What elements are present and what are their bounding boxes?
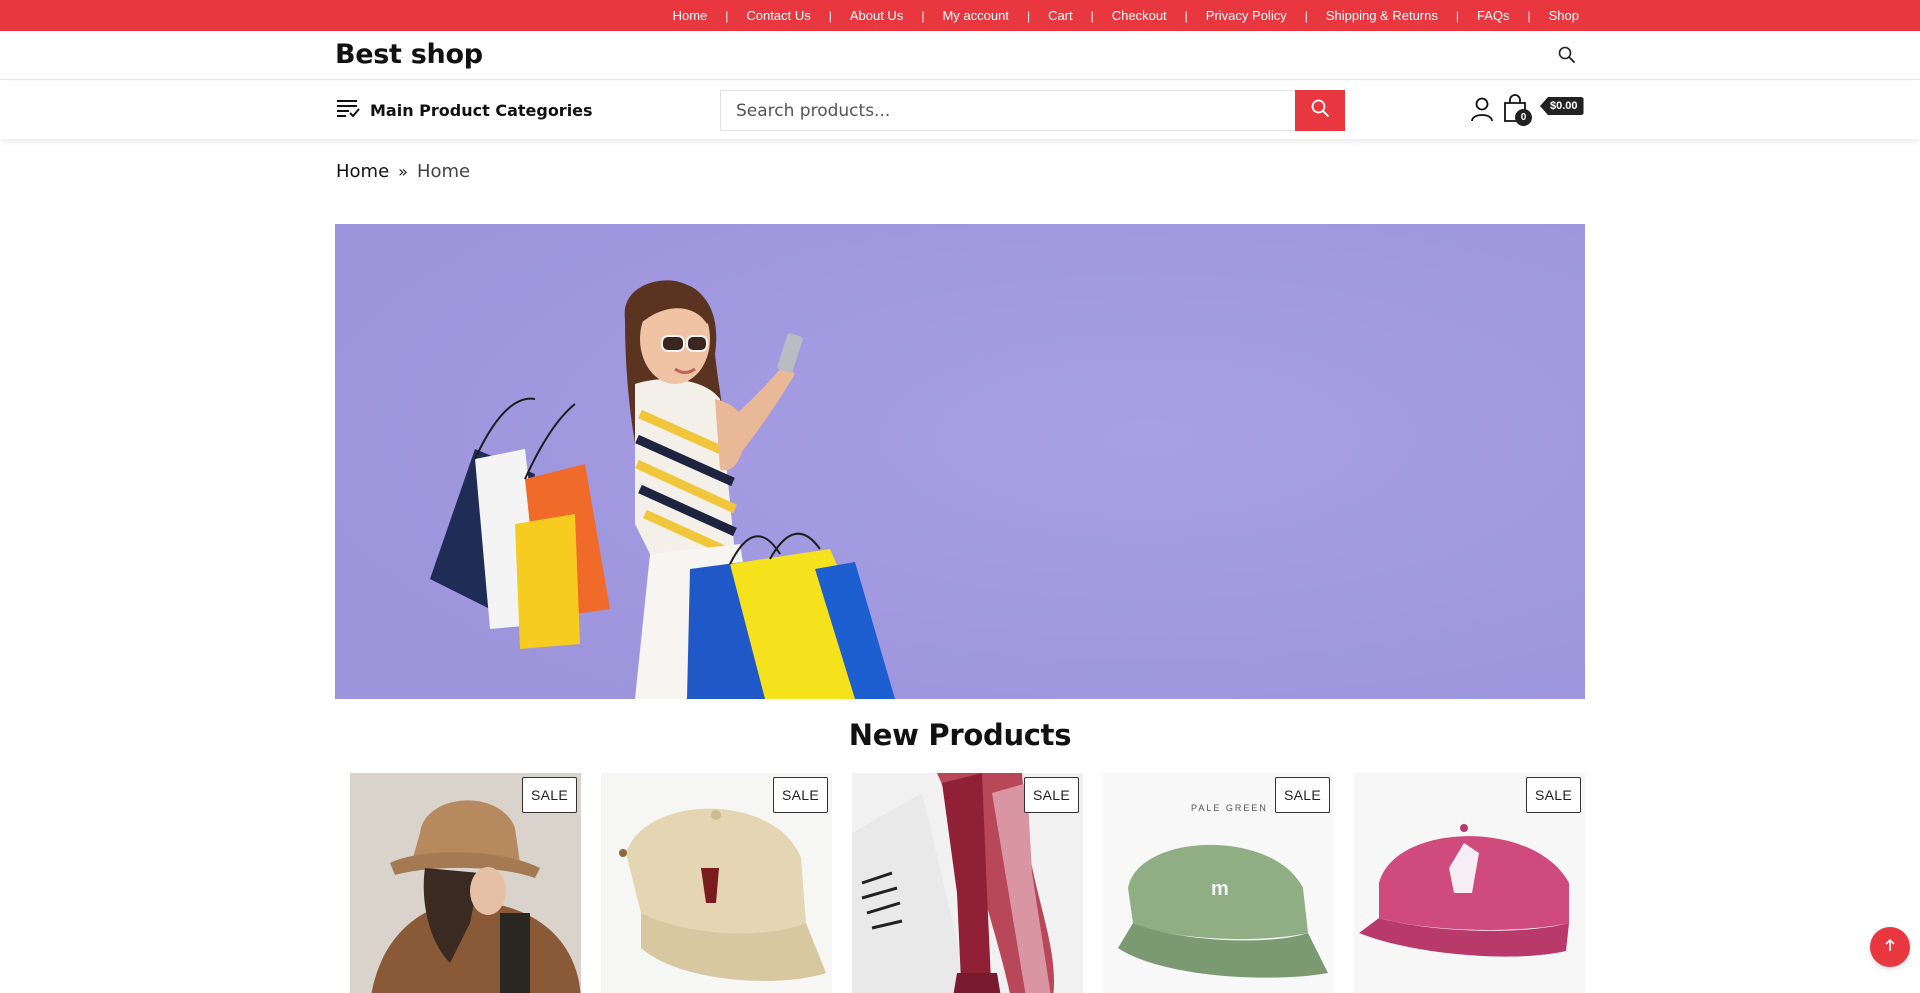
search-icon[interactable]	[1557, 45, 1577, 65]
arrow-up-icon	[1882, 937, 1898, 958]
product-card[interactable]: SALE	[350, 773, 581, 993]
product-card[interactable]: PALE GREEN m SALE	[1103, 773, 1334, 993]
sale-badge: SALE	[773, 777, 828, 813]
top-nav-home[interactable]: Home	[673, 0, 708, 31]
scroll-to-top-button[interactable]	[1870, 927, 1910, 967]
svg-text:m: m	[1211, 878, 1229, 900]
site-header: Best shop	[0, 31, 1920, 80]
top-nav-contact-us[interactable]: Contact Us	[746, 0, 810, 31]
top-nav-shipping-returns[interactable]: Shipping & Returns	[1326, 0, 1438, 31]
cart-total[interactable]: $0.00	[1540, 97, 1584, 115]
nav-separator: |	[1026, 8, 1031, 23]
product-card[interactable]: SALE	[852, 773, 1083, 993]
nav-separator: |	[921, 8, 925, 23]
breadcrumb-home-link[interactable]: Home	[336, 161, 389, 182]
product-search-box	[720, 90, 1296, 131]
breadcrumb-current: Home	[416, 161, 471, 182]
nav-separator: |	[1455, 8, 1459, 23]
search-button[interactable]	[1295, 90, 1345, 131]
categories-label: Main Product Categories	[370, 100, 593, 120]
top-nav-about-us[interactable]: About Us	[850, 0, 903, 31]
product-search-input[interactable]	[721, 91, 1296, 130]
nav-separator: |	[725, 8, 729, 23]
nav-separator: |	[1527, 8, 1531, 23]
sale-badge: SALE	[1024, 777, 1079, 813]
sale-badge: SALE	[1526, 777, 1581, 813]
top-nav-privacy-policy[interactable]: Privacy Policy	[1206, 0, 1287, 31]
breadcrumb: Home » Home	[336, 161, 470, 182]
top-nav-checkout[interactable]: Checkout	[1112, 0, 1167, 31]
menu-list-icon	[336, 97, 370, 124]
nav-separator: |	[1304, 8, 1308, 23]
cart-count-badge: 0	[1515, 109, 1532, 126]
new-products-title: New Products	[848, 718, 1072, 752]
new-products-grid: SALE SALE SALE PALE GREEN m SALE SALE	[350, 773, 1586, 993]
hero-banner[interactable]	[335, 224, 1585, 699]
user-icon[interactable]	[1470, 96, 1494, 122]
top-nav-cart[interactable]: Cart	[1048, 0, 1073, 31]
nav-separator: |	[1090, 8, 1094, 23]
nav-separator: |	[828, 8, 832, 23]
top-navigation: Home | Contact Us | About Us | My accoun…	[673, 0, 1579, 31]
woman-with-shopping-bags-image	[335, 224, 1585, 699]
search-icon	[1310, 98, 1330, 123]
sale-badge: SALE	[522, 777, 577, 813]
top-nav-shop[interactable]: Shop	[1549, 0, 1579, 31]
product-card[interactable]: SALE	[1354, 773, 1585, 993]
top-nav-my-account[interactable]: My account	[942, 0, 1008, 31]
main-product-categories-menu[interactable]: Main Product Categories	[336, 97, 593, 123]
pale-green-caption: PALE GREEN	[1191, 803, 1268, 813]
site-logo[interactable]: Best shop	[335, 39, 483, 70]
top-bar: Home | Contact Us | About Us | My accoun…	[0, 0, 1920, 31]
top-nav-faqs[interactable]: FAQs	[1477, 0, 1510, 31]
nav-separator: |	[1184, 8, 1188, 23]
breadcrumb-separator: »	[398, 162, 408, 181]
product-card[interactable]: SALE	[601, 773, 832, 993]
sale-badge: SALE	[1275, 777, 1330, 813]
